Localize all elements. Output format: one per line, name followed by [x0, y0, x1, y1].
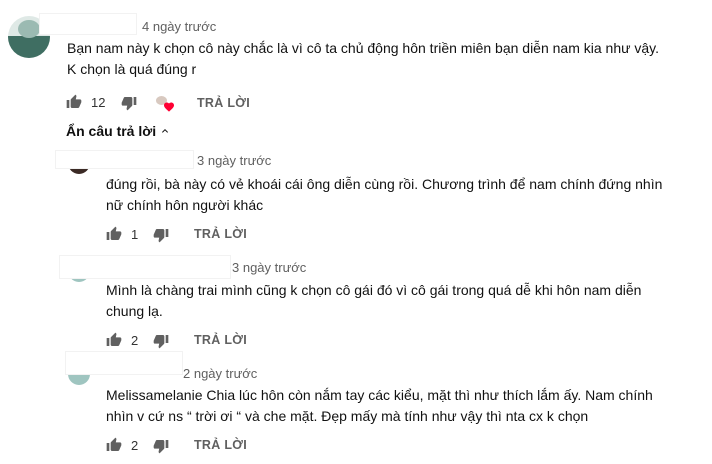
- author-name-redacted: [66, 352, 182, 374]
- comment-text-line: nhìn v cứ ns “ trời ơi “ và che mặt. Đẹp…: [106, 408, 589, 424]
- comment-timestamp[interactable]: 3 ngày trước: [232, 260, 306, 275]
- comment-text: Mình là chàng trai mình cũng k chọn cô g…: [106, 280, 641, 322]
- hide-replies-label: Ẩn câu trả lời: [66, 123, 157, 139]
- comment-text-line: Melissamelanie Chia lúc hôn còn nắm tay …: [106, 387, 653, 403]
- author-name-redacted: [56, 151, 193, 168]
- like-button[interactable]: [66, 94, 82, 110]
- dislike-button[interactable]: [121, 95, 137, 111]
- thumbs-down-icon: [153, 333, 169, 349]
- author-name-redacted: [60, 256, 230, 278]
- comment-text-line: đúng rồi, bà này có vẻ khoái cái ông diễ…: [106, 176, 663, 192]
- reply-button[interactable]: TRẢ LỜI: [197, 96, 250, 110]
- heart-icon: [163, 101, 175, 113]
- hide-replies-toggle[interactable]: Ẩn câu trả lời: [66, 123, 171, 139]
- comment-text: Bạn nam này k chọn cô này chắc là vì cô …: [67, 38, 659, 80]
- comment-timestamp[interactable]: 4 ngày trước: [142, 19, 216, 34]
- like-button[interactable]: [106, 437, 122, 453]
- comment-text: Melissamelanie Chia lúc hôn còn nắm tay …: [106, 385, 653, 427]
- like-button[interactable]: [106, 332, 122, 348]
- comment-timestamp[interactable]: 2 ngày trước: [183, 366, 257, 381]
- reply-button[interactable]: TRẢ LỜI: [194, 227, 247, 241]
- reply-button[interactable]: TRẢ LỜI: [194, 333, 247, 347]
- dislike-button[interactable]: [153, 333, 169, 349]
- comment-text: đúng rồi, bà này có vẻ khoái cái ông diễ…: [106, 174, 662, 216]
- reply-button[interactable]: TRẢ LỜI: [194, 438, 247, 452]
- thumbs-up-icon: [106, 226, 122, 242]
- thumbs-up-icon: [66, 94, 82, 110]
- comment-text-line: nữ chính hôn người khác: [106, 197, 264, 213]
- thumbs-down-icon: [153, 438, 169, 454]
- thumbs-down-icon: [121, 95, 137, 111]
- like-count: 2: [131, 438, 139, 453]
- avatar[interactable]: [68, 373, 90, 385]
- comment-text-line: chung lạ.: [106, 303, 163, 319]
- like-count: 1: [131, 227, 139, 242]
- thumbs-up-icon: [106, 332, 122, 348]
- dislike-button[interactable]: [153, 227, 169, 243]
- chevron-up-icon: [159, 125, 171, 137]
- creator-heart-badge: [156, 96, 176, 114]
- thumbs-down-icon: [153, 227, 169, 243]
- comment-text-line: K chọn là quá đúng r: [67, 61, 197, 77]
- comment-text-line: Bạn nam này k chọn cô này chắc là vì cô …: [67, 40, 660, 56]
- comment-timestamp[interactable]: 3 ngày trước: [197, 153, 271, 168]
- dislike-button[interactable]: [153, 438, 169, 454]
- author-name-redacted: [40, 14, 136, 34]
- like-count: 2: [131, 333, 139, 348]
- thumbs-up-icon: [106, 437, 122, 453]
- comment-text-line: Mình là chàng trai mình cũng k chọn cô g…: [106, 282, 642, 298]
- like-count: 12: [91, 95, 106, 110]
- like-button[interactable]: [106, 226, 122, 242]
